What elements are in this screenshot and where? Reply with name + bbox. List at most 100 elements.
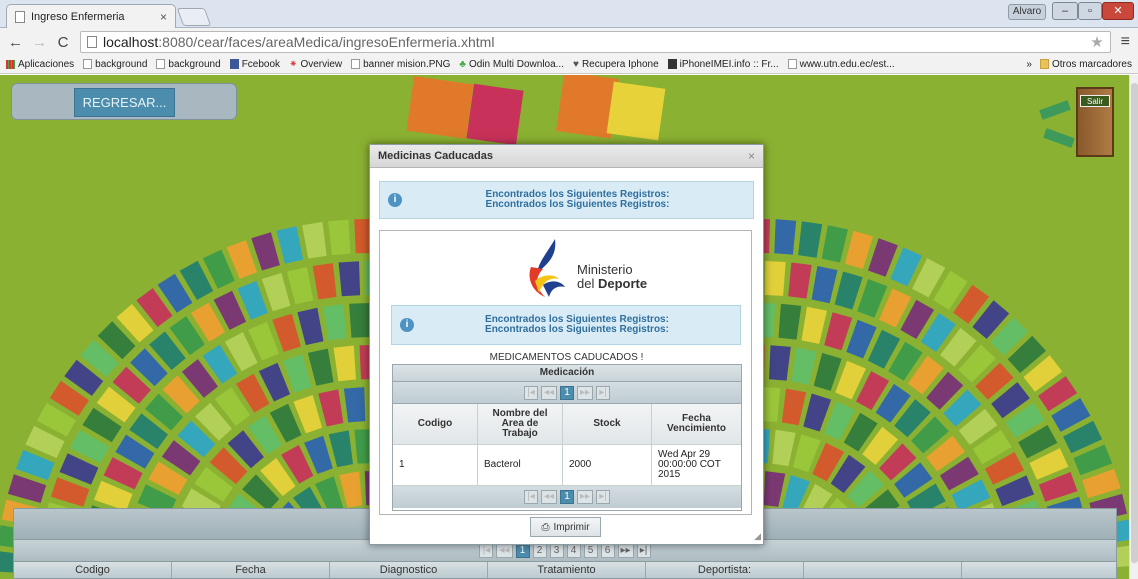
prev-page-button[interactable]: ◂◂	[540, 490, 557, 504]
column-header[interactable]: Fecha Vencimiento	[652, 404, 741, 444]
last-page-button[interactable]: ▸|	[636, 543, 651, 558]
background-tile	[466, 83, 524, 146]
bookmark-label: Overview	[300, 58, 343, 70]
imprimir-button[interactable]: ⎙ Imprimir	[530, 517, 601, 537]
first-page-button[interactable]: |◂	[523, 385, 538, 400]
cell-stock: 2000	[563, 445, 652, 485]
bookmark-iphoneimei[interactable]: iPhoneIMEI.info :: Fr...	[667, 59, 779, 70]
apps-icon	[6, 59, 15, 69]
page-5-button[interactable]: 5	[583, 543, 598, 558]
back-arrow-icon[interactable]: ←	[8, 34, 23, 51]
cell-codigo: 1	[393, 445, 478, 485]
background-tile	[813, 352, 842, 391]
first-page-button[interactable]: |◂	[523, 490, 538, 504]
background-tile	[798, 221, 823, 258]
column-header[interactable]: Codigo	[393, 404, 478, 444]
regresar-button[interactable]: REGRESAR...	[74, 88, 175, 117]
page-icon	[83, 59, 93, 69]
column-header[interactable]: Tratamiento	[488, 562, 646, 578]
page-1-button[interactable]: 1	[515, 543, 530, 558]
column-header[interactable]: Diagnostico	[330, 562, 488, 578]
column-header[interactable]: Codigo	[14, 562, 172, 578]
background-tile	[328, 219, 351, 256]
page-1-button[interactable]: 1	[560, 385, 574, 400]
background-tile	[297, 307, 324, 346]
background-tile	[1082, 468, 1121, 498]
resize-handle-icon[interactable]: ◢	[754, 531, 761, 542]
column-header[interactable]: Deportista:	[646, 562, 804, 578]
page-4-button[interactable]: 4	[566, 543, 581, 558]
page-scrollbar[interactable]	[1129, 75, 1138, 579]
dialog-titlebar[interactable]: Medicinas Caducadas ×	[370, 145, 763, 168]
bookmark-fcebook[interactable]: Fcebook	[229, 59, 280, 70]
address-bar[interactable]: localhost:8080/cear/faces/areaMedica/ing…	[80, 31, 1111, 53]
background-tile	[769, 345, 791, 381]
bookmark-odin[interactable]: ♣ Odin Multi Downloa...	[459, 59, 564, 70]
cell-nombre: Bacterol	[478, 445, 563, 485]
profile-button[interactable]: Alvaro	[1008, 4, 1046, 20]
column-header[interactable]: Stock	[563, 404, 652, 444]
bookmark-star-icon[interactable]: ★	[1090, 33, 1103, 51]
background-tile	[606, 81, 666, 141]
info-message: i Encontrados los Siguientes Registros: E…	[379, 181, 754, 219]
tab-ingreso-enfermeria[interactable]: Ingreso Enfermeria ×	[6, 4, 176, 28]
bookmark-background-2[interactable]: background	[156, 58, 221, 70]
bookmark-background-1[interactable]: background	[83, 59, 147, 70]
next-page-button[interactable]: ▸▸	[617, 543, 634, 558]
page-1-button[interactable]: 1	[560, 490, 574, 504]
next-page-button[interactable]: ▸▸	[577, 490, 594, 504]
background-tile	[349, 303, 370, 338]
other-bookmarks-folder[interactable]: Otros marcadores	[1039, 59, 1132, 70]
last-page-button[interactable]: ▸|	[596, 385, 611, 400]
background-tile	[323, 304, 347, 341]
tab-strip: Ingreso Enfermeria × Alvaro – ▫ ✕	[0, 0, 1138, 28]
page-3-button[interactable]: 3	[549, 543, 564, 558]
recupera-icon: ♥	[573, 58, 579, 70]
window-close-button[interactable]: ✕	[1102, 2, 1134, 20]
background-tile	[338, 261, 361, 297]
column-header[interactable]: Fecha	[172, 562, 330, 578]
background-tile	[286, 267, 314, 305]
next-page-button[interactable]: ▸▸	[577, 385, 594, 400]
first-page-button[interactable]: |◂	[479, 543, 494, 558]
page-2-button[interactable]: 2	[532, 543, 547, 558]
background-tile	[781, 388, 807, 426]
page-6-button[interactable]: 6	[600, 543, 615, 558]
table-paginator-bottom: |◂ ◂◂ 1 ▸▸ ▸|	[393, 486, 741, 508]
browser-chrome: Ingreso Enfermeria × Alvaro – ▫ ✕ ← → C …	[0, 0, 1138, 74]
table-row[interactable]: 1 Bacterol 2000 Wed Apr 29 00:00:00 COT …	[393, 445, 741, 486]
forward-arrow-icon[interactable]: →	[32, 34, 47, 51]
message-text: Encontrados los Siguientes Registros:	[485, 199, 670, 210]
background-tile	[845, 230, 874, 269]
exit-button[interactable]: Salir	[1039, 85, 1116, 163]
tab-close-icon[interactable]: ×	[160, 10, 167, 24]
column-header[interactable]: Nombre del Area de Trabajo	[478, 404, 563, 444]
bookmark-label: background	[95, 58, 148, 70]
menu-icon[interactable]: ≡	[1121, 33, 1130, 51]
column-header[interactable]	[804, 562, 962, 578]
new-tab-button[interactable]	[176, 8, 212, 26]
bookmark-aplicaciones[interactable]: Aplicaciones	[6, 59, 74, 70]
scrollbar-thumb[interactable]	[1131, 83, 1138, 563]
background-tile	[333, 345, 356, 382]
minimize-button[interactable]: –	[1052, 2, 1078, 20]
background-tile	[307, 348, 334, 386]
bookmark-label: Odin Multi Downloa...	[468, 58, 564, 70]
logo-line-1: Ministerio	[577, 262, 633, 277]
close-icon[interactable]: ×	[748, 149, 755, 163]
table-header-row: Codigo Nombre del Area de Trabajo Stock …	[393, 404, 741, 445]
reload-icon[interactable]: C	[56, 34, 70, 51]
column-header[interactable]	[962, 562, 1116, 578]
bookmark-utn[interactable]: www.utn.edu.ec/est...	[787, 59, 895, 70]
maximize-button[interactable]: ▫	[1078, 2, 1102, 20]
last-page-button[interactable]: ▸|	[596, 490, 611, 504]
prev-page-button[interactable]: ◂◂	[540, 385, 557, 400]
bookmark-overview[interactable]: ⁕ Overview	[289, 59, 342, 70]
medicamentos-table: Medicación |◂ ◂◂ 1 ▸▸ ▸| Codigo Nombre d…	[392, 364, 742, 511]
prev-page-button[interactable]: ◂◂	[496, 543, 513, 558]
bookmark-banner[interactable]: banner mision.PNG	[351, 59, 450, 70]
more-bookmarks-icon[interactable]: »	[1026, 59, 1032, 70]
bookmark-label: background	[168, 58, 221, 70]
background-tile	[778, 303, 802, 340]
bookmark-recupera-iphone[interactable]: ♥ Recupera Iphone	[573, 59, 659, 70]
